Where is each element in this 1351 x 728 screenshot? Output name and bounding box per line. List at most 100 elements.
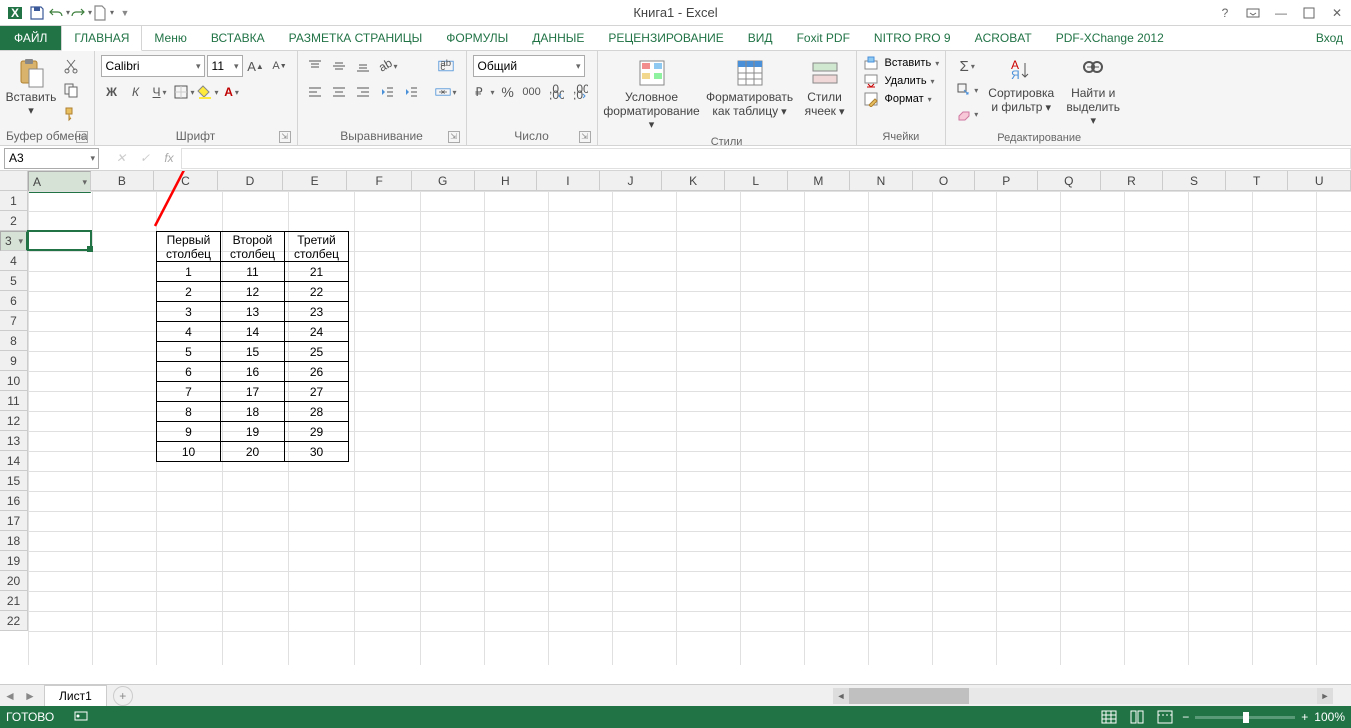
sheet-nav-prev[interactable]: ◄: [0, 689, 20, 703]
macro-record-icon[interactable]: [74, 709, 88, 726]
scroll-thumb[interactable]: [849, 688, 969, 704]
column-header-H[interactable]: H: [475, 171, 538, 191]
tab-review[interactable]: РЕЦЕНЗИРОВАНИЕ: [596, 26, 735, 50]
insert-cells-button[interactable]: Вставить▾: [863, 55, 940, 71]
clear-icon[interactable]: ▾: [952, 103, 982, 125]
column-header-T[interactable]: T: [1226, 171, 1289, 191]
column-header-K[interactable]: K: [662, 171, 725, 191]
spreadsheet-grid[interactable]: ABCDEFGHIJKLMNOPQRSTU 123456789101112131…: [0, 171, 1351, 665]
font-size-selector[interactable]: 11: [207, 55, 243, 77]
column-header-F[interactable]: F: [347, 171, 412, 191]
qat-customize-icon[interactable]: ▼: [114, 2, 136, 24]
merge-cells-icon[interactable]: ▾: [432, 81, 460, 103]
cell-styles-button[interactable]: Стили ячеек ▾: [800, 55, 850, 121]
column-header-I[interactable]: I: [537, 171, 600, 191]
row-header-18[interactable]: 18: [0, 531, 28, 551]
row-header-9[interactable]: 9: [0, 351, 28, 371]
row-header-22[interactable]: 22: [0, 611, 28, 631]
column-header-M[interactable]: M: [788, 171, 851, 191]
normal-view-icon[interactable]: [1098, 708, 1120, 726]
sort-filter-button[interactable]: АЯ Сортировка и фильтр ▾: [986, 55, 1056, 117]
select-all-corner[interactable]: [0, 171, 28, 191]
column-header-B[interactable]: B: [91, 171, 154, 191]
number-format-selector[interactable]: Общий: [473, 55, 585, 77]
ribbon-options-icon[interactable]: [1243, 3, 1263, 23]
column-header-A[interactable]: A: [28, 171, 91, 193]
row-header-6[interactable]: 6: [0, 291, 28, 311]
row-header-10[interactable]: 10: [0, 371, 28, 391]
row-header-13[interactable]: 13: [0, 431, 28, 451]
increase-decimal-icon[interactable]: ,0,00: [545, 81, 567, 103]
column-header-G[interactable]: G: [412, 171, 475, 191]
accept-formula-icon[interactable]: ✓: [133, 151, 157, 165]
clipboard-launcher-icon[interactable]: ⇲: [76, 131, 88, 143]
name-box[interactable]: A3: [4, 148, 99, 169]
wrap-text-icon[interactable]: abc: [432, 55, 460, 77]
close-button[interactable]: ✕: [1327, 3, 1347, 23]
autosum-icon[interactable]: Σ▾: [952, 55, 982, 77]
increase-font-icon[interactable]: A▲: [245, 55, 267, 77]
font-color-button[interactable]: A▾: [221, 81, 243, 103]
fill-icon[interactable]: ▾: [952, 79, 982, 101]
conditional-formatting-button[interactable]: Условное форматирование ▾: [604, 55, 700, 134]
decrease-decimal-icon[interactable]: ,00,0: [569, 81, 591, 103]
tab-pdfx[interactable]: PDF-XChange 2012: [1044, 26, 1176, 50]
tab-home[interactable]: ГЛАВНАЯ: [61, 25, 142, 51]
format-painter-icon[interactable]: [60, 103, 82, 125]
column-header-N[interactable]: N: [850, 171, 913, 191]
column-header-C[interactable]: C: [154, 171, 219, 191]
page-break-view-icon[interactable]: [1154, 708, 1176, 726]
column-header-L[interactable]: L: [725, 171, 788, 191]
tab-menu[interactable]: Меню: [142, 26, 198, 50]
sheet-tab-1[interactable]: Лист1: [44, 685, 107, 706]
align-bottom-icon[interactable]: [352, 55, 374, 77]
find-select-button[interactable]: Найти и выделить ▾: [1060, 55, 1126, 130]
scroll-left-button[interactable]: ◄: [833, 688, 849, 704]
fill-color-button[interactable]: ▾: [197, 81, 219, 103]
column-header-D[interactable]: D: [218, 171, 283, 191]
redo-button[interactable]: ▾: [70, 2, 92, 24]
maximize-button[interactable]: [1299, 3, 1319, 23]
decrease-font-icon[interactable]: A▼: [269, 55, 291, 77]
row-header-16[interactable]: 16: [0, 491, 28, 511]
tab-foxit[interactable]: Foxit PDF: [785, 26, 862, 50]
tab-nitro[interactable]: NITRO PRO 9: [862, 26, 963, 50]
orientation-icon[interactable]: ab▾: [376, 55, 398, 77]
align-center-icon[interactable]: [328, 81, 350, 103]
column-header-J[interactable]: J: [600, 171, 663, 191]
page-layout-view-icon[interactable]: [1126, 708, 1148, 726]
tab-data[interactable]: ДАННЫЕ: [520, 26, 596, 50]
zoom-slider[interactable]: [1195, 716, 1295, 719]
bold-button[interactable]: Ж: [101, 81, 123, 103]
tab-view[interactable]: ВИД: [736, 26, 785, 50]
sign-in-link[interactable]: Вход: [1316, 31, 1343, 45]
row-header-5[interactable]: 5: [0, 271, 28, 291]
row-header-11[interactable]: 11: [0, 391, 28, 411]
row-header-19[interactable]: 19: [0, 551, 28, 571]
borders-button[interactable]: ▾: [173, 81, 195, 103]
column-header-Q[interactable]: Q: [1038, 171, 1101, 191]
scroll-right-button[interactable]: ►: [1317, 688, 1333, 704]
row-header-8[interactable]: 8: [0, 331, 28, 351]
column-header-P[interactable]: P: [975, 171, 1038, 191]
minimize-button[interactable]: —: [1271, 3, 1291, 23]
row-header-12[interactable]: 12: [0, 411, 28, 431]
horizontal-scrollbar[interactable]: ◄ ►: [833, 688, 1333, 704]
row-header-14[interactable]: 14: [0, 451, 28, 471]
row-header-4[interactable]: 4: [0, 251, 28, 271]
formula-bar[interactable]: [181, 148, 1351, 169]
new-doc-button[interactable]: ▾: [92, 2, 114, 24]
zoom-in-button[interactable]: +: [1301, 710, 1308, 724]
font-name-selector[interactable]: Calibri: [101, 55, 205, 77]
italic-button[interactable]: К: [125, 81, 147, 103]
save-icon[interactable]: [26, 2, 48, 24]
increase-indent-icon[interactable]: [400, 81, 422, 103]
column-header-E[interactable]: E: [283, 171, 348, 191]
format-as-table-button[interactable]: Форматировать как таблицу ▾: [704, 55, 796, 121]
decrease-indent-icon[interactable]: [376, 81, 398, 103]
align-right-icon[interactable]: [352, 81, 374, 103]
column-header-S[interactable]: S: [1163, 171, 1226, 191]
cancel-formula-icon[interactable]: ✕: [109, 151, 133, 165]
alignment-launcher-icon[interactable]: ⇲: [448, 131, 460, 143]
comma-format-icon[interactable]: 000: [521, 81, 543, 103]
